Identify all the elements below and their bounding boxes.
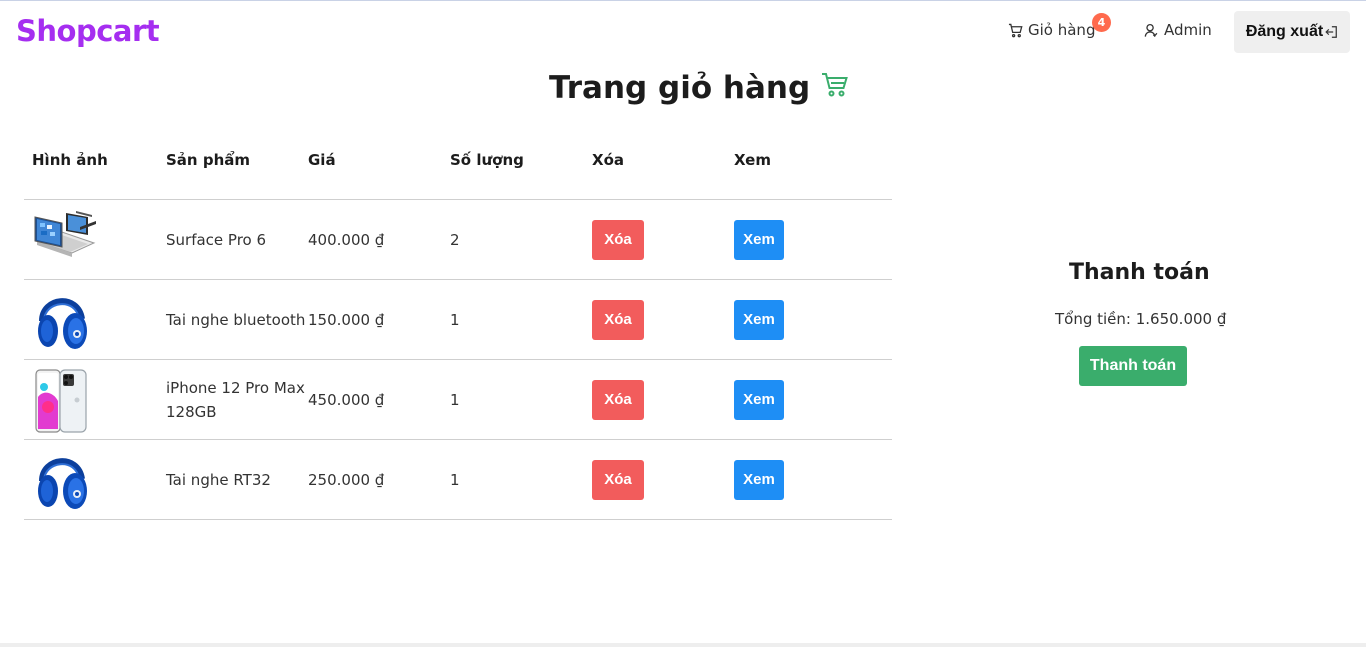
logout-button[interactable]: Đăng xuất (1234, 11, 1350, 53)
product-name: iPhone 12 Pro Max 128GB (166, 378, 305, 421)
product-price: 150.000 ₫ (308, 310, 385, 329)
view-cell: Xem (734, 219, 876, 260)
delete-cell: Xóa (592, 219, 734, 260)
delete-button[interactable]: Xóa (592, 459, 644, 500)
header-image: Hình ảnh (32, 150, 108, 169)
table-header: Hình ảnh Sản phẩm Giá Số lượng Xóa Xem (24, 120, 892, 200)
page-title: Trang giỏ hàng (549, 70, 849, 106)
header-delete: Xóa (592, 150, 624, 169)
header-product: Sản phẩm (166, 150, 250, 169)
table-row: iPhone 12 Pro Max 128GB 450.000 ₫ 1 Xóa … (24, 360, 892, 440)
header-view: Xem (734, 150, 771, 169)
nav-user-label: Admin (1164, 21, 1212, 39)
delete-cell: Xóa (592, 299, 734, 340)
cart-table: Hình ảnh Sản phẩm Giá Số lượng Xóa Xem S… (24, 120, 892, 520)
nav-cart-link[interactable]: Giỏ hàng (1008, 21, 1095, 39)
delete-button[interactable]: Xóa (592, 379, 644, 420)
logout-icon (1325, 26, 1338, 38)
product-image-cell (24, 207, 166, 273)
top-border (0, 0, 1366, 1)
table-row: Surface Pro 6 400.000 ₫ 2 Xóa Xem (24, 200, 892, 280)
product-image-cell (24, 287, 166, 353)
checkout-button[interactable]: Thanh toán (1079, 346, 1187, 386)
header-quantity: Số lượng (450, 150, 524, 169)
product-quantity: 2 (450, 230, 460, 249)
view-button[interactable]: Xem (734, 379, 784, 420)
product-image-cell (24, 447, 166, 513)
view-cell: Xem (734, 379, 876, 420)
delete-button[interactable]: Xóa (592, 299, 644, 340)
product-quantity: 1 (450, 310, 460, 329)
laptop-image (34, 210, 96, 257)
user-icon (1144, 23, 1158, 37)
view-cell: Xem (734, 459, 876, 500)
product-name: Tai nghe bluetooth (166, 310, 306, 329)
headphones-image (38, 297, 87, 349)
table-row: Tai nghe RT32 250.000 ₫ 1 Xóa Xem (24, 440, 892, 520)
delete-cell: Xóa (592, 379, 734, 420)
product-price: 250.000 ₫ (308, 470, 385, 489)
delete-cell: Xóa (592, 459, 734, 500)
view-cell: Xem (734, 299, 876, 340)
view-button[interactable]: Xem (734, 219, 784, 260)
checkout-title: Thanh toán (1069, 260, 1210, 285)
product-price: 400.000 ₫ (308, 230, 385, 249)
page-title-text: Trang giỏ hàng (549, 70, 811, 106)
header-price: Giá (308, 150, 336, 169)
cart-count-badge: 4 (1092, 13, 1111, 32)
table-row: Tai nghe bluetooth 150.000 ₫ 1 Xóa Xem (24, 280, 892, 360)
nav-user-link[interactable]: Admin (1144, 21, 1212, 39)
product-name: Tai nghe RT32 (166, 470, 271, 489)
phone-image (35, 368, 87, 433)
checkout-total: Tổng tiền: 1.650.000 ₫ (1055, 310, 1227, 328)
nav-cart-label: Giỏ hàng (1028, 21, 1096, 39)
cart-icon (822, 73, 849, 97)
delete-button[interactable]: Xóa (592, 219, 644, 260)
product-price: 450.000 ₫ (308, 390, 385, 409)
product-image-cell (24, 367, 166, 433)
bottom-border (0, 643, 1366, 647)
view-button[interactable]: Xem (734, 459, 784, 500)
logo[interactable]: Shopcart (16, 14, 160, 48)
product-quantity: 1 (450, 470, 460, 489)
cart-icon (1008, 23, 1023, 37)
view-button[interactable]: Xem (734, 299, 784, 340)
logout-label: Đăng xuất (1245, 23, 1324, 40)
product-name: Surface Pro 6 (166, 230, 267, 249)
product-quantity: 1 (450, 390, 460, 409)
headphones-image (38, 457, 87, 509)
